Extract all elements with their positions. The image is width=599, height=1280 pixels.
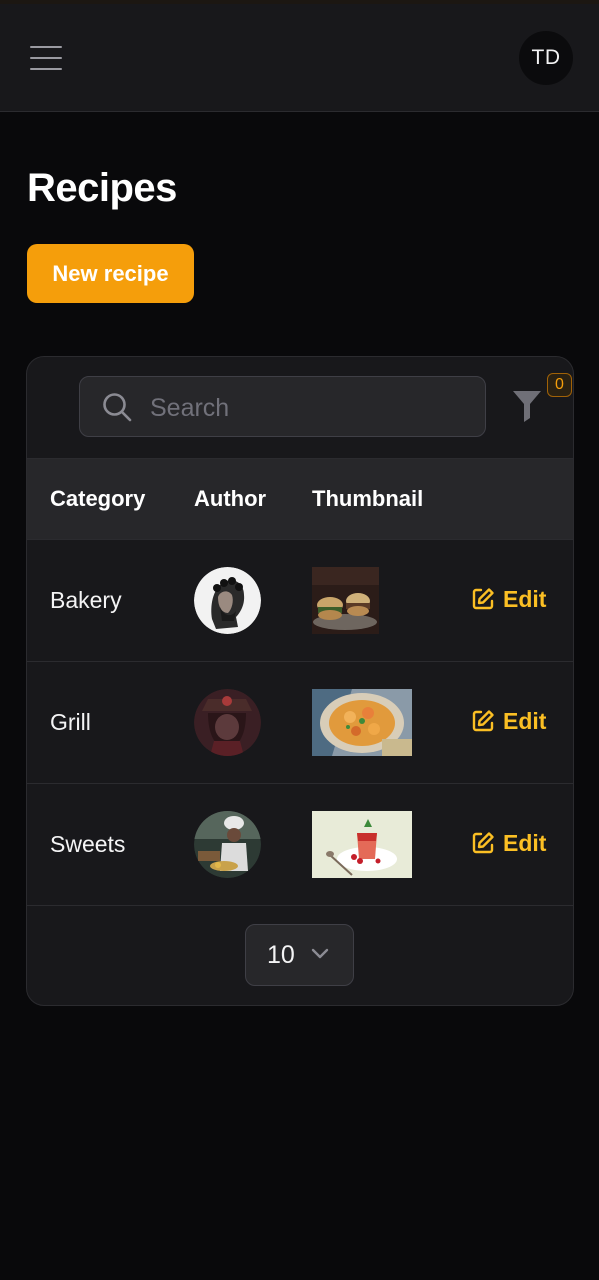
filter-count-badge: 0	[547, 373, 572, 397]
column-header-author[interactable]: Author	[194, 486, 266, 512]
column-header-thumbnail[interactable]: Thumbnail	[312, 486, 423, 512]
search-icon	[103, 393, 132, 422]
category-cell: Sweets	[50, 831, 126, 857]
author-avatar	[194, 567, 261, 634]
edit-button[interactable]: Edit	[471, 705, 546, 737]
recipe-thumbnail	[312, 689, 412, 756]
new-recipe-button[interactable]: New recipe	[27, 244, 194, 303]
author-avatar	[194, 689, 261, 756]
category-cell: Bakery	[50, 587, 122, 613]
page-title: Recipes	[27, 166, 177, 210]
edit-icon	[472, 832, 494, 854]
edit-button[interactable]: Edit	[471, 583, 546, 615]
table-row: Sweets Edit	[27, 784, 573, 906]
page-size-value: 10	[267, 941, 295, 969]
table-row: Bakery Edit	[27, 540, 573, 662]
edit-button[interactable]: Edit	[471, 827, 546, 859]
column-header-category[interactable]: Category	[50, 486, 145, 512]
chevron-down-icon	[311, 948, 329, 959]
recipes-table-card: 0 Category Author Thumbnail Bakery	[26, 356, 574, 1006]
category-cell: Grill	[50, 709, 91, 735]
hamburger-icon[interactable]	[30, 46, 62, 70]
table-header: Category Author Thumbnail	[27, 458, 573, 540]
page-size-select[interactable]: 10	[245, 924, 354, 986]
filter-button[interactable]	[511, 387, 547, 427]
edit-label: Edit	[503, 829, 547, 856]
author-avatar	[194, 811, 261, 878]
recipe-thumbnail	[312, 811, 412, 878]
user-avatar[interactable]: TD	[519, 31, 573, 85]
edit-label: Edit	[503, 585, 547, 612]
edit-icon	[472, 710, 494, 732]
funnel-icon	[513, 391, 541, 422]
recipe-thumbnail	[312, 567, 379, 634]
search-input[interactable]	[148, 387, 472, 429]
top-bar: TD	[0, 4, 599, 112]
search-field[interactable]	[79, 376, 486, 437]
edit-icon	[472, 588, 494, 610]
edit-label: Edit	[503, 707, 547, 734]
table-row: Grill Edit	[27, 662, 573, 784]
